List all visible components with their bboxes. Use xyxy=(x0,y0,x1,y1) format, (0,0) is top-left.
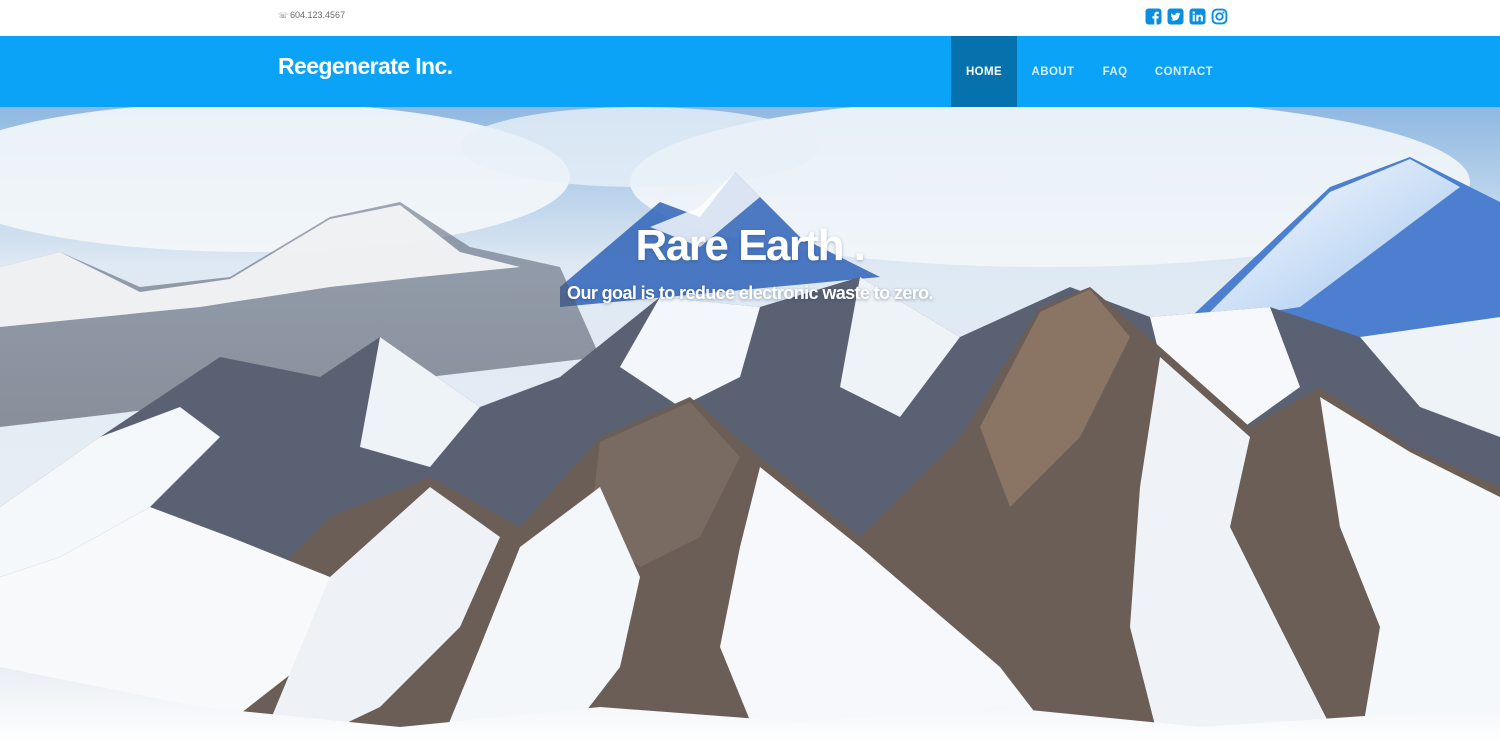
phone-icon: ☏ xyxy=(278,10,289,20)
nav-contact[interactable]: CONTACT xyxy=(1141,36,1227,107)
facebook-icon[interactable] xyxy=(1145,8,1162,25)
phone-number: 604.123.4567 xyxy=(290,10,346,20)
instagram-icon[interactable] xyxy=(1211,8,1228,25)
top-utility-bar: ☏ 604.123.4567 xyxy=(0,0,1500,36)
linkedin-icon[interactable] xyxy=(1189,8,1206,25)
social-links xyxy=(1145,8,1228,25)
hero-title: Rare Earth . xyxy=(635,221,866,270)
nav-faq[interactable]: FAQ xyxy=(1089,36,1141,107)
twitter-icon[interactable] xyxy=(1167,8,1184,25)
main-nav: HOME ABOUT FAQ CONTACT xyxy=(951,36,1227,107)
nav-home[interactable]: HOME xyxy=(951,36,1017,107)
hero-subtitle: Our goal is to reduce electronic waste t… xyxy=(567,283,934,303)
nav-about[interactable]: ABOUT xyxy=(1017,36,1089,107)
brand-logo[interactable]: Reegenerate Inc. xyxy=(278,53,453,80)
main-navbar: Reegenerate Inc. HOME ABOUT FAQ CONTACT xyxy=(0,36,1500,107)
phone-contact[interactable]: ☏ 604.123.4567 xyxy=(278,10,345,20)
hero-banner: Rare Earth . Our goal is to reduce elect… xyxy=(0,107,1500,745)
hero-background-image xyxy=(0,107,1500,745)
